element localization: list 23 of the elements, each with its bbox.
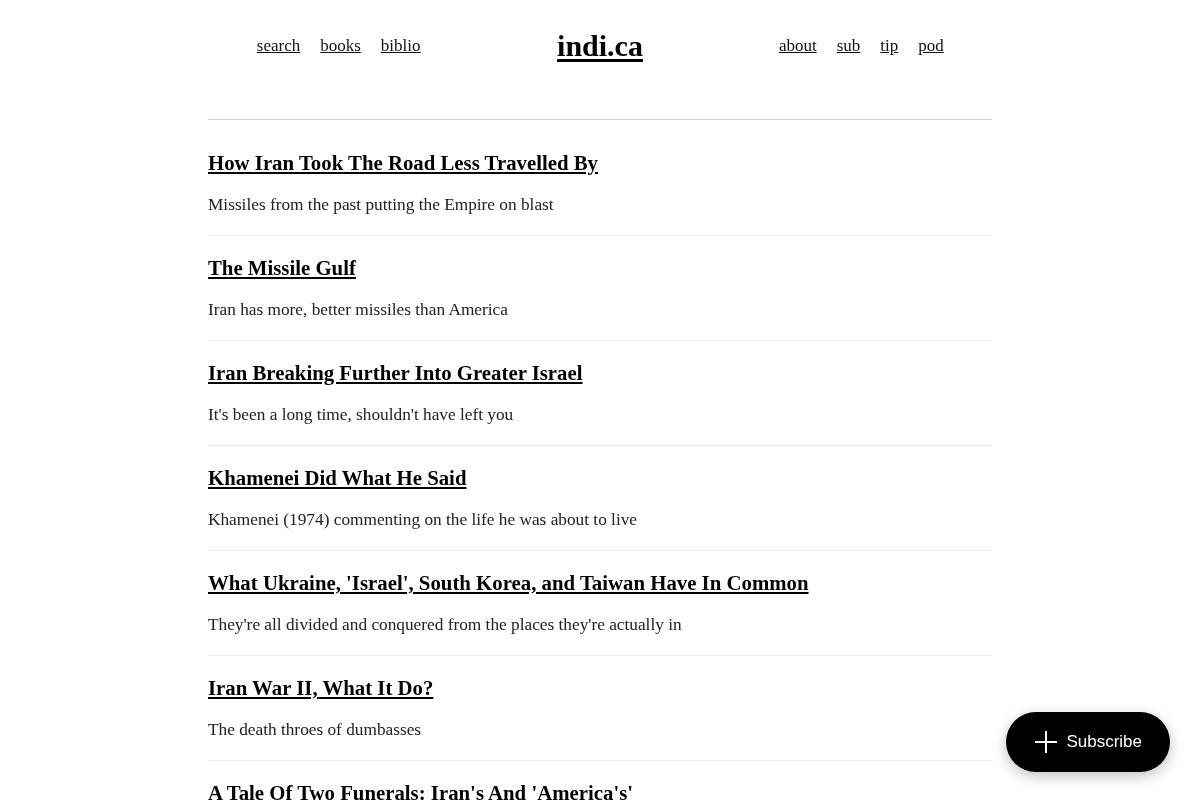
post-subtitle: It's been a long time, shouldn't have left you [208, 404, 514, 426]
post-subtitle: Iran has more, better missiles than America [208, 299, 508, 321]
post-title-link[interactable]: What Ukraine, 'Israel', South Korea, and Taiwan Have In Common [208, 572, 809, 594]
post-subtitle: Missiles from the past putting the Empire on blast [208, 194, 554, 216]
post-subtitle: They're all divided and conquered from the places they're actually in [208, 614, 682, 636]
post-title-link[interactable]: Iran War II, What It Do? [208, 677, 434, 699]
nav-link-text[interactable]: pod [918, 33, 944, 59]
nav-link-text[interactable]: books [320, 33, 361, 59]
post-title-link[interactable]: Khamenei Did What He Said [208, 467, 467, 489]
nav-link-text[interactable]: tip [880, 33, 899, 59]
post-title-link[interactable]: The Missile Gulf [208, 257, 356, 279]
post-title-link[interactable]: Iran Breaking Further Into Greater Israel [208, 362, 583, 384]
nav-link-text[interactable]: about [778, 33, 817, 59]
nav-link-text[interactable]: search [256, 33, 301, 59]
nav-link-text[interactable]: sub [836, 33, 861, 59]
site-logo-link[interactable]: indi.ca [557, 28, 643, 64]
nav-link-text[interactable]: biblio [380, 33, 421, 59]
subscribe-button[interactable]: Subscribe [1006, 712, 1170, 772]
post-title-link[interactable]: How Iran Took The Road Less Travelled By [208, 152, 599, 174]
post-subtitle: The death throes of dumbasses [208, 719, 422, 741]
post-subtitle: Khamenei (1974) commenting on the life he was about to live [208, 509, 638, 531]
post-title-link[interactable]: A Tale Of Two Funerals: Iran's And 'America's' [208, 782, 634, 800]
plus-icon [1034, 730, 1059, 754]
